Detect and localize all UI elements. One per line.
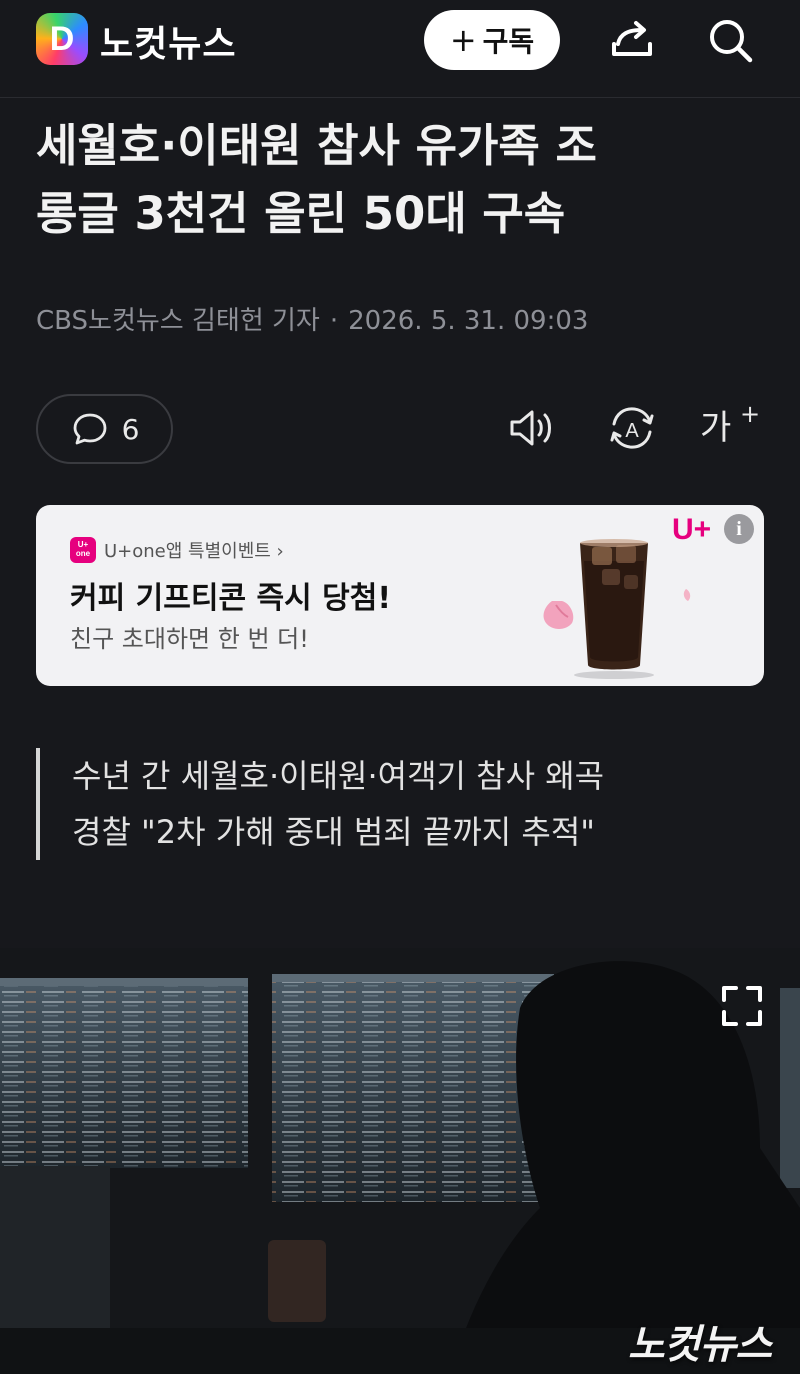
subscribe-button[interactable]: + 구독	[424, 10, 560, 70]
ad-title: 커피 기프티콘 즉시 당첨!	[70, 581, 392, 616]
subscribe-label: 구독	[482, 25, 535, 58]
byline-date: 2026. 5. 31. 09:03	[348, 306, 589, 336]
comment-button[interactable]: 6	[36, 394, 173, 464]
font-size-label: 가	[700, 408, 732, 448]
logo-letter: D	[49, 20, 75, 58]
headline-line: 롱글 3천건 올린 50대 구속	[36, 187, 566, 240]
uplus-one-app-icon: U+ one	[70, 537, 96, 563]
translate-icon[interactable]: A	[604, 400, 660, 456]
iced-coffee-image	[543, 539, 691, 679]
plus-icon: +	[449, 21, 477, 59]
svg-text:A: A	[625, 420, 639, 442]
hacker-monitors-image	[0, 948, 800, 1374]
brand-name[interactable]: 노컷뉴스	[100, 15, 236, 67]
search-icon[interactable]	[704, 14, 756, 66]
comment-count: 6	[121, 412, 140, 446]
top-bar: D 노컷뉴스 + 구독	[0, 0, 800, 98]
headline-line: 세월호·이태원 참사 유가족 조	[36, 119, 597, 172]
ad-brand-logo: U+	[672, 513, 712, 546]
byline-separator: ·	[329, 306, 339, 336]
app-logo-icon[interactable]: D	[36, 13, 88, 65]
speaker-icon[interactable]	[506, 400, 562, 456]
article-headline: 세월호·이태원 참사 유가족 조 롱글 3천건 올린 50대 구속	[36, 112, 776, 248]
fullscreen-icon[interactable]	[714, 978, 770, 1034]
article-byline: CBS노컷뉴스 김태헌 기자 · 2026. 5. 31. 09:03	[36, 300, 588, 337]
ad-subtitle: 친구 초대하면 한 번 더!	[70, 625, 309, 653]
ad-badge-top: U+	[77, 540, 89, 549]
share-icon[interactable]	[606, 14, 658, 66]
info-icon[interactable]: i	[724, 514, 754, 544]
photo-watermark: 노컷뉴스	[628, 1322, 772, 1368]
font-size-icon[interactable]: 가 +	[700, 400, 764, 456]
byline-source: CBS노컷뉴스 김태헌 기자	[36, 306, 320, 336]
ad-source[interactable]: U+one앱 특별이벤트 ›	[104, 537, 284, 563]
ad-badge-bottom: one	[75, 549, 91, 558]
summary-line: 수년 간 세월호·이태원·여객기 참사 왜곡	[72, 757, 605, 795]
ad-banner[interactable]: U+ one U+one앱 특별이벤트 › 커피 기프티콘 즉시 당첨! 친구 …	[36, 505, 764, 686]
article-summary: 수년 간 세월호·이태원·여객기 참사 왜곡 경찰 "2차 가해 중대 범죄 끝…	[36, 748, 776, 860]
plus-icon: +	[740, 400, 761, 428]
article-photo[interactable]	[0, 948, 800, 1374]
summary-line: 경찰 "2차 가해 중대 범죄 끝까지 추적"	[72, 813, 595, 851]
comment-icon	[73, 413, 106, 445]
